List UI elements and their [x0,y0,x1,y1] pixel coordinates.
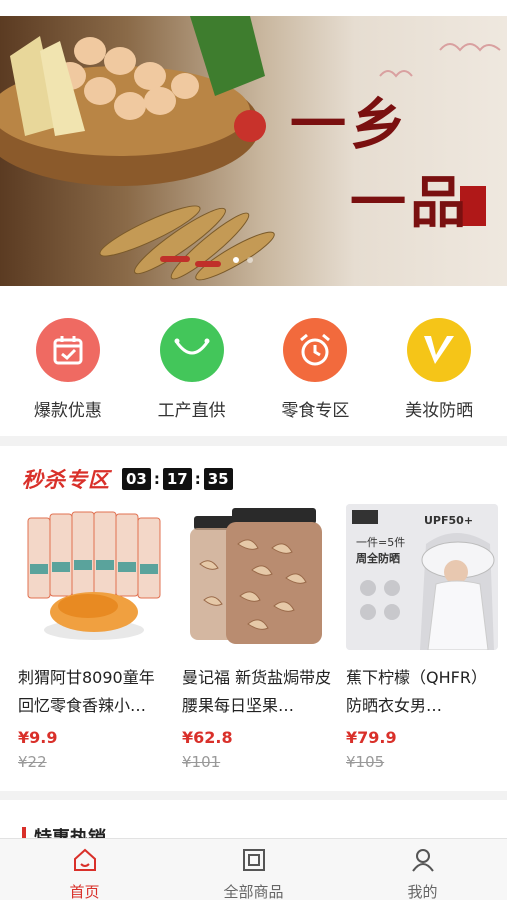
tab-home[interactable]: 首页 [0,839,169,900]
flash-sale-section: 秒杀专区 03 : 17 : 35 刺猬阿甘8090童年回忆零食香辣小… ¥9.… [0,446,507,791]
tab-label: 首页 [69,883,100,900]
calendar-check-icon [35,318,100,382]
banner-title: 一乡 一品 [290,86,470,242]
product-image: UPF50+ 一件=5件 周全防晒 [346,504,498,650]
countdown-timer: 03 : 17 : 35 [122,468,233,490]
timer-separator: : [153,470,160,488]
category-row: 爆款优惠 工产直供 零食专区 美妆防晒 [0,298,507,436]
flash-sale-title: 秒杀专区 [22,467,110,492]
bottom-tab-bar: 首页 全部商品 我的 [0,838,507,900]
product-price: ¥62.8 [182,728,233,747]
smile-icon [159,318,224,382]
product-name: 刺猬阿甘8090童年回忆零食香辣小… [18,668,155,715]
category-snacks[interactable]: 零食专区 [260,318,370,436]
product-name: 蕉下柠檬（QHFR）防晒衣女男… [346,668,487,715]
product-original-price: ¥22 [18,753,47,771]
tab-label: 我的 [407,883,438,900]
product-price: ¥9.9 [18,728,58,747]
product-card[interactable]: 刺猬阿甘8090童年回忆零食香辣小… ¥9.9 ¥22 [18,504,170,771]
tab-all-products[interactable]: 全部商品 [169,839,338,900]
banner: 一乡 一品 [0,0,507,298]
category-factory-direct[interactable]: 工产直供 [137,318,247,436]
timer-hours: 03 [122,468,151,490]
category-label: 爆款优惠 [33,401,102,421]
category-label: 零食专区 [281,401,350,421]
banner-image[interactable]: 一乡 一品 [0,16,507,286]
banner-title-line1: 一乡 [290,92,410,158]
product-original-price: ¥105 [346,753,385,771]
product-image-badge: UPF50+ [424,514,474,527]
hot-sale-section: 特惠热销 [0,800,507,849]
product-image-promo: 一件=5件 [356,536,406,549]
page: 一乡 一品 爆款优惠 工产直供 零食专区 美妆防晒 秒杀专区 03: 17:… [0,0,507,900]
alarm-clock-icon [283,318,348,382]
category-label: 美妆防晒 [405,401,474,421]
product-card[interactable]: 曼记福 新货盐焗带皮腰果每日坚果… ¥62.8 ¥101 [182,504,334,771]
timer-separator: : [194,470,201,488]
product-original-price: ¥101 [182,753,221,771]
product-image [18,504,170,650]
product-image-promo2: 周全防晒 [356,552,400,565]
timer-seconds: 35 [203,468,233,490]
v-icon [407,318,472,382]
home-icon [73,848,96,871]
tab-profile[interactable]: 我的 [338,839,507,900]
product-price: ¥79.9 [346,728,397,747]
tab-label: 全部商品 [223,883,284,900]
product-image [182,504,334,650]
category-label: 工产直供 [157,401,226,421]
category-hot-deals[interactable]: 爆款优惠 [13,318,123,436]
user-icon [411,849,434,872]
timer-minutes: 17 [162,468,192,490]
banner-title-line2: 一品 [350,170,470,236]
flash-sale-header: 秒杀专区 03 : 17 : 35 [22,464,233,494]
product-name: 曼记福 新货盐焗带皮腰果每日坚果… [182,668,332,715]
category-beauty[interactable]: 美妆防晒 [384,318,494,436]
flash-sale-products: 刺猬阿甘8090童年回忆零食香辣小… ¥9.9 ¥22 曼记福 新货盐焗带皮腰果… [18,504,498,771]
grid-icon [242,849,265,871]
product-card[interactable]: UPF50+ 一件=5件 周全防晒 蕉下柠檬（QHFR）防晒衣女男… ¥79.9… [346,504,498,771]
